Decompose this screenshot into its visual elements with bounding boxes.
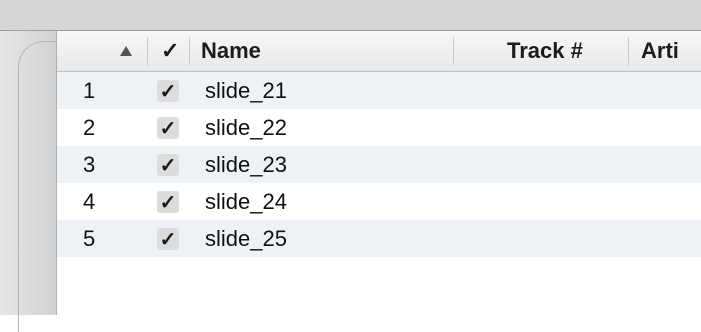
track-name: slide_25 xyxy=(205,225,287,251)
name-column-header[interactable]: Name xyxy=(201,31,261,71)
track-name: slide_22 xyxy=(205,114,287,140)
track-column-header[interactable]: Track # xyxy=(507,31,583,71)
table-row[interactable]: 2 ✓ slide_22 xyxy=(57,109,701,146)
row-checkbox[interactable]: ✓ xyxy=(157,154,179,177)
row-number: 3 xyxy=(83,151,96,177)
window-top-bar xyxy=(0,0,701,31)
row-number: 2 xyxy=(83,114,96,140)
sort-column-header[interactable] xyxy=(119,31,133,71)
row-checkbox[interactable]: ✓ xyxy=(157,80,179,103)
column-divider[interactable] xyxy=(189,37,190,65)
source-list-panel xyxy=(0,31,79,332)
table-header: ✓ Name Track # Arti xyxy=(57,31,701,72)
sort-ascending-icon xyxy=(120,46,132,56)
track-name: slide_21 xyxy=(205,77,287,103)
column-divider[interactable] xyxy=(147,37,148,65)
track-list-table: ✓ Name Track # Arti 1 ✓ slide_21 2 ✓ sli… xyxy=(57,31,701,315)
row-number: 5 xyxy=(83,225,96,251)
table-row[interactable]: 1 ✓ slide_21 xyxy=(57,72,701,109)
track-name: slide_24 xyxy=(205,188,287,214)
row-checkbox[interactable]: ✓ xyxy=(157,191,179,214)
check-column-header[interactable]: ✓ xyxy=(161,31,179,71)
row-number: 4 xyxy=(83,188,96,214)
column-divider[interactable] xyxy=(453,37,454,65)
row-checkbox[interactable]: ✓ xyxy=(157,228,179,251)
table-row[interactable]: 3 ✓ slide_23 xyxy=(57,146,701,183)
table-row[interactable]: 4 ✓ slide_24 xyxy=(57,183,701,220)
column-divider[interactable] xyxy=(628,37,629,65)
row-number: 1 xyxy=(83,77,96,103)
track-name: slide_23 xyxy=(205,151,287,177)
artist-column-header[interactable]: Arti xyxy=(641,31,679,71)
row-checkbox[interactable]: ✓ xyxy=(157,117,179,140)
table-row[interactable]: 5 ✓ slide_25 xyxy=(57,220,701,257)
